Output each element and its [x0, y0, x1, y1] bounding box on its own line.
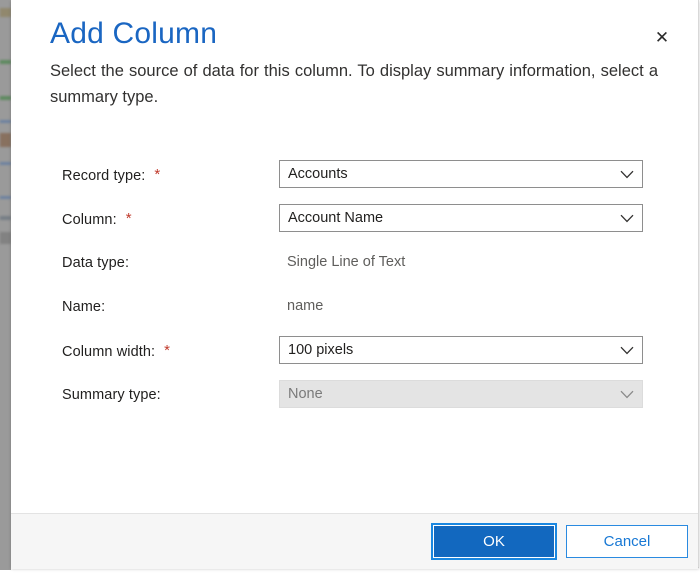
- field-row-record-type: Record type: * Accounts: [11, 160, 698, 195]
- label-text: Data type:: [62, 255, 130, 271]
- background-page-sliver: [0, 0, 11, 570]
- field-control-summary-type: None: [279, 380, 643, 408]
- bg-fragment: [0, 162, 11, 165]
- field-row-column-width: Column width: * 100 pixels: [11, 336, 698, 371]
- required-asterisk: *: [125, 210, 132, 227]
- record-type-dropdown[interactable]: Accounts: [279, 160, 643, 188]
- field-label-data-type: Data type:: [62, 255, 129, 271]
- bg-fragment: [0, 133, 11, 147]
- field-label-column-width: Column width: *: [62, 342, 171, 360]
- column-value: Account Name: [288, 210, 384, 226]
- cancel-button[interactable]: Cancel: [566, 525, 688, 558]
- column-dropdown[interactable]: Account Name: [279, 204, 643, 232]
- field-row-data-type: Data type: Single Line of Text: [11, 248, 698, 283]
- bg-fragment: [0, 196, 11, 199]
- close-icon[interactable]: ✕: [648, 23, 676, 51]
- required-asterisk: *: [154, 166, 161, 183]
- required-asterisk: *: [164, 342, 171, 359]
- chevron-down-icon: [612, 337, 642, 363]
- summary-type-dropdown: None: [279, 380, 643, 408]
- label-text: Column width:: [62, 344, 156, 360]
- column-width-dropdown[interactable]: 100 pixels: [279, 336, 643, 364]
- field-control-data-type: Single Line of Text: [279, 248, 643, 276]
- field-row-name: Name: name: [11, 292, 698, 327]
- field-control-column: Account Name: [279, 204, 643, 232]
- bg-fragment: [0, 216, 11, 220]
- label-text: Record type:: [62, 168, 146, 184]
- dialog-description: Select the source of data for this colum…: [50, 62, 658, 106]
- dialog-footer: OK Cancel: [11, 513, 698, 569]
- field-control-name: name: [279, 292, 643, 320]
- field-label-column: Column: *: [62, 210, 132, 228]
- add-column-dialog: Add Column ✕ Select the source of data f…: [11, 0, 699, 569]
- chevron-down-icon: [612, 205, 642, 231]
- chevron-down-icon: [612, 161, 642, 187]
- field-row-column: Column: * Account Name: [11, 204, 698, 239]
- dialog-body: Add Column ✕ Select the source of data f…: [11, 0, 698, 513]
- field-control-column-width: 100 pixels: [279, 336, 643, 364]
- bg-fragment: [0, 120, 11, 123]
- chevron-down-icon: [612, 381, 642, 407]
- form-fields: Record type: * Accounts Column: * Accoun…: [11, 160, 698, 415]
- record-type-value: Accounts: [288, 166, 348, 182]
- summary-type-value: None: [288, 386, 323, 402]
- field-label-name: Name:: [62, 299, 105, 315]
- label-text: Name:: [62, 299, 106, 315]
- bg-fragment: [0, 232, 11, 244]
- field-row-summary-type: Summary type: None: [11, 380, 698, 415]
- bg-fragment: [0, 96, 11, 100]
- field-label-record-type: Record type: *: [62, 166, 161, 184]
- ok-button[interactable]: OK: [431, 523, 557, 560]
- page-title: Add Column: [50, 17, 218, 50]
- name-value: name: [287, 298, 324, 314]
- column-width-value: 100 pixels: [288, 342, 354, 358]
- label-text: Summary type:: [62, 387, 161, 403]
- data-type-value: Single Line of Text: [287, 254, 406, 270]
- bg-fragment: [0, 60, 11, 64]
- bg-fragment: [0, 8, 11, 17]
- field-control-record-type: Accounts: [279, 160, 643, 188]
- label-text: Column:: [62, 212, 117, 228]
- field-label-summary-type: Summary type:: [62, 387, 161, 403]
